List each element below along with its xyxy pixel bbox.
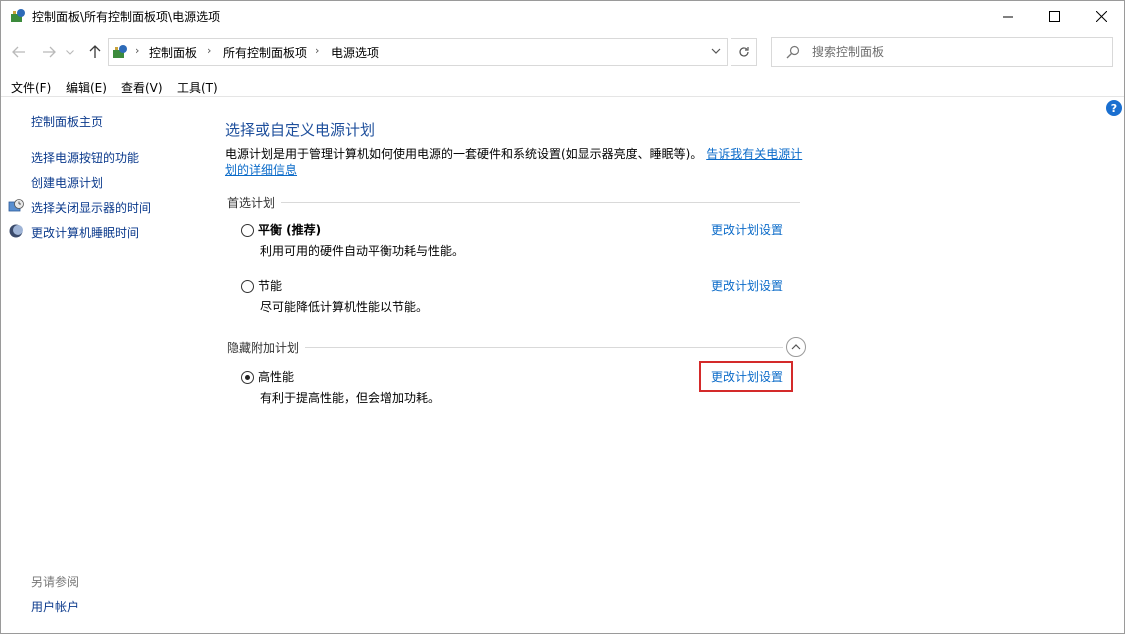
sidebar-home-link[interactable]: 控制面板主页 <box>31 113 103 130</box>
recent-locations-button[interactable] <box>63 41 77 63</box>
collapse-hidden-plans-button[interactable] <box>786 337 806 357</box>
maximize-button[interactable] <box>1031 1 1077 32</box>
breadcrumb-control-panel[interactable]: 控制面板 <box>149 44 197 61</box>
chevron-down-icon[interactable] <box>711 44 721 58</box>
chevron-right-icon[interactable]: › <box>315 44 319 57</box>
menu-view[interactable]: 查看(V) <box>121 79 163 96</box>
sidebar-link-create-plan[interactable]: 创建电源计划 <box>31 174 103 191</box>
back-button[interactable] <box>9 41 29 63</box>
preferred-plans-label: 首选计划 <box>227 196 276 210</box>
refresh-button[interactable] <box>731 38 757 66</box>
divider <box>305 347 783 348</box>
plan-desc-power-saver: 尽可能降低计算机性能以节能。 <box>260 300 429 314</box>
maximize-icon <box>1048 11 1060 22</box>
power-options-window: 控制面板\所有控制面板项\电源选项 › 控制面板 › 所有控制面板项 › 电源选… <box>0 0 1125 634</box>
page-title: 选择或自定义电源计划 <box>225 121 376 139</box>
change-plan-settings-balanced[interactable]: 更改计划设置 <box>711 221 783 238</box>
see-also-label: 另请参阅 <box>31 575 80 589</box>
minimize-icon <box>1002 16 1013 18</box>
change-plan-settings-power-saver[interactable]: 更改计划设置 <box>711 277 783 294</box>
help-icon[interactable]: ? <box>1106 100 1122 116</box>
breadcrumb-all-items[interactable]: 所有控制面板项 <box>223 44 307 61</box>
plan-radio-balanced[interactable] <box>241 224 254 237</box>
search-box[interactable] <box>771 37 1113 67</box>
hidden-plans-label: 隐藏附加计划 <box>227 341 300 355</box>
breadcrumb-power-options[interactable]: 电源选项 <box>331 44 379 61</box>
plan-name-power-saver[interactable]: 节能 <box>258 277 282 294</box>
window-title: 控制面板\所有控制面板项\电源选项 <box>32 10 221 24</box>
description-text: 电源计划是用于管理计算机如何使用电源的一套硬件和系统设置(如显示器亮度、睡眠等)… <box>225 147 703 161</box>
plan-desc-high-performance: 有利于提高性能，但会增加功耗。 <box>260 391 441 405</box>
menu-tools[interactable]: 工具(T) <box>177 79 218 96</box>
menu-file[interactable]: 文件(F) <box>11 79 51 96</box>
title-bar: 控制面板\所有控制面板项\电源选项 <box>1 1 1124 32</box>
plan-name-high-performance[interactable]: 高性能 <box>258 368 294 385</box>
divider <box>281 202 800 203</box>
close-button[interactable] <box>1078 1 1124 32</box>
refresh-icon <box>738 47 749 57</box>
plan-desc-balanced: 利用可用的硬件自动平衡功耗与性能。 <box>260 244 465 258</box>
close-icon <box>1095 11 1107 22</box>
arrow-right-icon <box>43 46 56 58</box>
chevron-down-icon <box>66 49 74 55</box>
menu-edit[interactable]: 编辑(E) <box>66 79 107 96</box>
chevron-up-icon <box>791 344 801 350</box>
arrow-up-icon <box>89 45 101 58</box>
plan-name-balanced[interactable]: 平衡 (推荐) <box>258 221 321 238</box>
display-clock-icon <box>8 199 24 212</box>
chevron-right-icon[interactable]: › <box>135 44 139 57</box>
plan-radio-power-saver[interactable] <box>241 280 254 293</box>
sidebar-link-user-accounts[interactable]: 用户帐户 <box>31 598 79 615</box>
plan-radio-high-performance[interactable] <box>241 371 254 384</box>
search-icon <box>786 45 800 59</box>
moon-sleep-icon <box>9 224 23 238</box>
sidebar-link-sleep-time[interactable]: 更改计算机睡眠时间 <box>31 224 139 241</box>
chevron-right-icon[interactable]: › <box>207 44 211 57</box>
control-panel-icon <box>113 45 127 58</box>
forward-button[interactable] <box>39 41 59 63</box>
minimize-button[interactable] <box>985 1 1031 32</box>
sidebar-link-display-off[interactable]: 选择关闭显示器的时间 <box>31 199 151 216</box>
highlight-box <box>699 361 793 392</box>
sidebar-link-power-buttons[interactable]: 选择电源按钮的功能 <box>31 149 139 166</box>
up-button[interactable] <box>85 41 105 63</box>
search-input[interactable] <box>812 43 1102 61</box>
menu-bar: 文件(F) 编辑(E) 查看(V) 工具(T) <box>1 75 1124 97</box>
page-description: 电源计划是用于管理计算机如何使用电源的一套硬件和系统设置(如显示器亮度、睡眠等)… <box>225 146 805 178</box>
address-bar[interactable]: › 控制面板 › 所有控制面板项 › 电源选项 <box>108 38 728 66</box>
control-panel-icon <box>11 9 25 22</box>
arrow-left-icon <box>12 46 25 58</box>
